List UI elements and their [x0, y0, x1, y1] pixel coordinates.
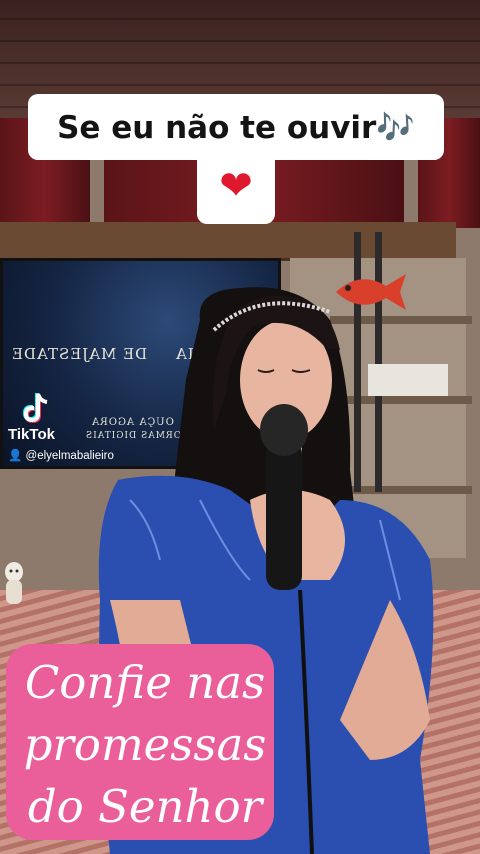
promo-caption: Confie nas promessas do Senhor [0, 644, 290, 844]
promo-line-1: Confie nas [24, 656, 266, 709]
user-icon: 👤 [8, 450, 26, 462]
video-frame: DE MAJESTADE É CHEIA OUÇA AGORA NAS PLAT… [0, 0, 480, 854]
promo-line-2: promessas [23, 718, 267, 771]
tiktok-handle: 👤 @elyelmabalieiro [8, 448, 114, 462]
tiktok-brand: TikTok [8, 426, 55, 443]
tiktok-logo-icon [22, 393, 48, 424]
heart-icon: ❤ [219, 163, 253, 209]
tiktok-handle-text: @elyelmabalieiro [25, 450, 114, 462]
promo-line-3: do Senhor [27, 780, 263, 833]
caption-line: Se eu não te ouvir🎶 [57, 109, 415, 146]
